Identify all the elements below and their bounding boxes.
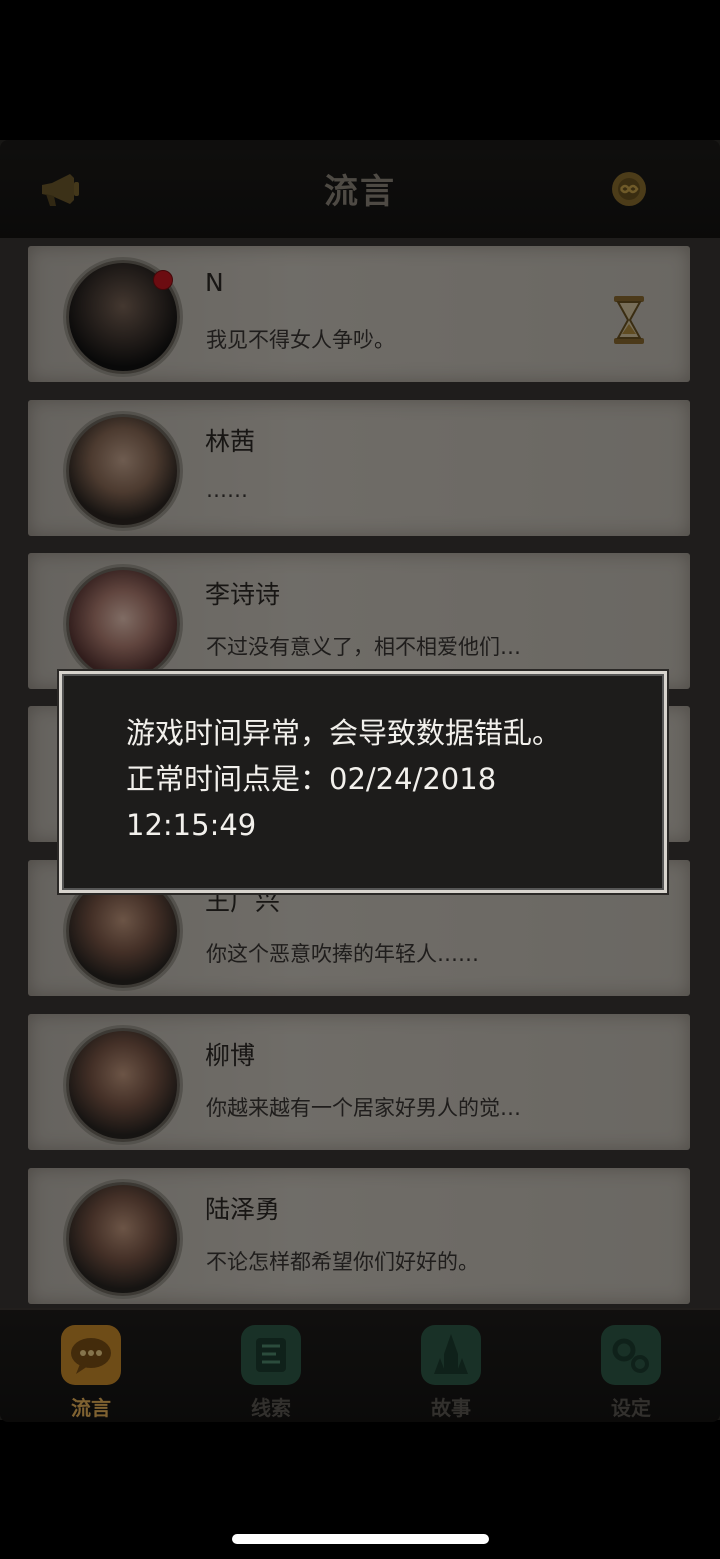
home-indicator[interactable] — [232, 1534, 489, 1544]
dialog-line: 正常时间点是：02/24/2018 — [126, 762, 497, 796]
dialog-line: 12:15:49 — [126, 808, 257, 842]
dialog-message: 游戏时间异常，会导致数据错乱。 正常时间点是：02/24/2018 12:15:… — [126, 710, 626, 848]
dialog-line: 游戏时间异常，会导致数据错乱。 — [126, 716, 562, 750]
time-error-dialog[interactable]: 游戏时间异常，会导致数据错乱。 正常时间点是：02/24/2018 12:15:… — [59, 671, 667, 893]
